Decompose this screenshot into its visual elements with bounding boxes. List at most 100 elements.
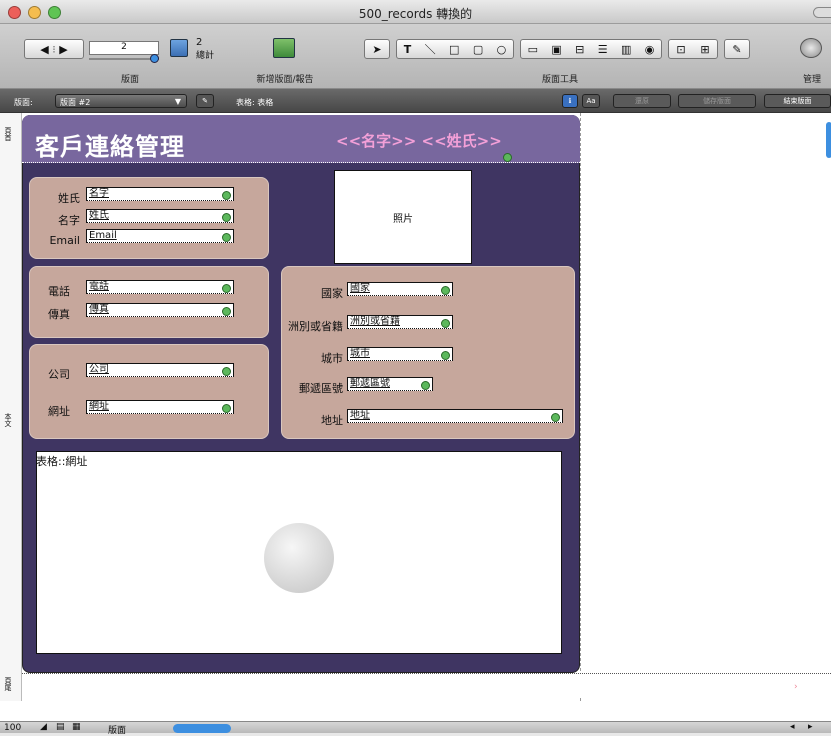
scroll-left-icon[interactable]: ◂ [790, 722, 795, 732]
phone-panel-field[interactable]: 傳真 [86, 303, 234, 317]
zoom-level[interactable]: 100 [4, 723, 21, 733]
chevron-right-icon[interactable]: › [794, 682, 798, 692]
prev-record-icon[interactable]: ◀ [40, 43, 48, 56]
address-panel-field[interactable]: 國家 [347, 282, 453, 296]
company-panel [29, 344, 269, 439]
magnifier-icon [441, 286, 450, 295]
field-control-tool-icon[interactable]: ▣ [551, 43, 561, 56]
zoom-in-icon[interactable]: ▤ [56, 722, 65, 732]
chart-tool-icon[interactable]: ▥ [621, 43, 631, 56]
edit-layout-icon[interactable]: ✎ [196, 94, 214, 108]
manage-database-icon[interactable] [800, 38, 822, 58]
address-panel-field[interactable]: 郵遞區號 [347, 377, 433, 391]
record-navigator[interactable]: ◀ ⁝ ▶ [24, 39, 84, 59]
address-panel-field[interactable]: 地址 [347, 409, 563, 423]
magnifier-icon [421, 381, 430, 390]
manage-label[interactable]: 管理 [795, 72, 829, 85]
layout-select[interactable]: 版面 #2 ▼ [55, 94, 187, 108]
address-panel-field[interactable]: 城市 [347, 347, 453, 361]
layout-prefix: 版面: [14, 98, 33, 107]
rounded-rect-tool-icon[interactable]: ▢ [473, 43, 483, 56]
horizontal-scrollbar-thumb[interactable] [173, 724, 231, 733]
mode-label[interactable]: 版面 [108, 723, 126, 736]
toolbar-toggle-button[interactable] [813, 7, 831, 18]
portal-label: 表格::網址 [36, 455, 88, 468]
inspector-icon[interactable]: ℹ [562, 94, 578, 108]
rectangle-tool-icon[interactable]: □ [449, 43, 459, 56]
field-name-text: 電話 [89, 281, 109, 292]
photo-container[interactable]: 照片 [334, 170, 472, 264]
button-tool-icon[interactable]: ⊡ [676, 43, 685, 56]
field-name-text: 傳真 [89, 304, 109, 315]
field-name-text: 公司 [89, 364, 109, 375]
save-layout-button[interactable]: 儲存版面 [678, 94, 756, 108]
next-record-icon[interactable]: ▶ [59, 43, 67, 56]
zoom-out-icon[interactable]: ◢ [40, 722, 47, 732]
merge-field-name[interactable]: <<名字>> <<姓氏>> [336, 130, 502, 151]
toolbar: ◀ ⁝ ▶ 2 2 總計 版面 新增版面/報告 ➤ T ＼ □ ▢ ○ ▭ ▣ … [0, 24, 831, 89]
address-panel-label: 地址 [321, 414, 343, 427]
name-panel-field[interactable]: 名字 [86, 187, 234, 201]
header-part-label[interactable]: 頁首 [3, 127, 13, 141]
scroll-indicator[interactable] [826, 122, 831, 158]
web-viewer-tool-icon[interactable]: ◉ [645, 43, 655, 56]
body-part-label[interactable]: 本文 [3, 413, 13, 427]
tab-control-tool-icon[interactable]: ⊞ [700, 43, 709, 56]
revert-button[interactable]: 還原 [613, 94, 671, 108]
photo-label: 照片 [393, 213, 413, 225]
web-viewer-globe-icon [264, 523, 334, 593]
drawing-tools: T ＼ □ ▢ ○ [396, 39, 514, 59]
magnifier-icon [222, 284, 231, 293]
oval-tool-icon[interactable]: ○ [497, 43, 507, 56]
name-panel-label: 姓氏 [58, 192, 80, 205]
part-labels-column: 頁首 本文 頁尾 [0, 113, 22, 701]
name-panel-label: 名字 [58, 214, 80, 227]
magnifier-icon [222, 213, 231, 222]
line-tool-icon[interactable]: ＼ [425, 41, 436, 57]
company-panel-label: 公司 [48, 368, 70, 381]
phone-panel-field[interactable]: 電話 [86, 280, 234, 294]
field-name-text: 郵遞區號 [350, 378, 390, 389]
table-label: 表格: 表格 [236, 98, 274, 107]
record-slider[interactable] [89, 58, 159, 60]
footer-part-label[interactable]: 頁尾 [3, 677, 13, 691]
record-total-label: 總計 [196, 51, 215, 61]
magnifier-icon [222, 307, 231, 316]
font-button[interactable]: Aa [582, 94, 600, 108]
exit-layout-button[interactable]: 結束版面 [764, 94, 831, 108]
pointer-tool-icon[interactable]: ➤ [364, 39, 390, 59]
part-tool-icon[interactable]: ⊟ [575, 43, 584, 56]
magnifier-icon [222, 404, 231, 413]
records-icon [170, 39, 188, 57]
new-layout-label[interactable]: 新增版面/報告 [240, 72, 330, 85]
phone-panel [29, 266, 269, 338]
layout-label: 版面 [120, 75, 139, 85]
phone-panel-label: 傳真 [48, 308, 70, 321]
name-panel-field[interactable]: Email [86, 229, 234, 243]
address-panel-label: 郵遞區號 [299, 382, 343, 395]
magnifier-icon [222, 367, 231, 376]
field-tool-icon[interactable]: ▭ [528, 43, 538, 56]
field-name-text: 洲別或省籍 [350, 316, 400, 327]
status-area-toggle-icon[interactable]: ▦ [72, 722, 81, 732]
company-panel-field[interactable]: 網址 [86, 400, 234, 414]
record-slider-handle[interactable] [150, 54, 159, 63]
field-name-text: 名字 [89, 188, 109, 199]
address-panel-field[interactable]: 洲別或省籍 [347, 315, 453, 329]
layout-bar: 版面: 版面 #2 ▼ ✎ 表格: 表格 ℹ Aa 還原 儲存版面 結束版面 [0, 89, 831, 113]
field-name-text: 地址 [350, 410, 370, 421]
merge-field-magnifier-icon [503, 153, 512, 162]
layout-title-text[interactable]: 客戶連絡管理 [35, 127, 185, 162]
magnifier-icon [222, 233, 231, 242]
magnifier-icon [441, 351, 450, 360]
company-panel-field[interactable]: 公司 [86, 363, 234, 377]
name-panel-field[interactable]: 姓氏 [86, 209, 234, 223]
text-tool-icon[interactable]: T [404, 43, 412, 56]
layout-tools-label: 版面工具 [541, 75, 578, 85]
new-layout-icon[interactable] [273, 38, 295, 58]
record-total: 2 [196, 37, 203, 48]
record-number-field[interactable]: 2 [89, 41, 159, 55]
portal-tool-icon[interactable]: ☰ [598, 43, 608, 56]
format-painter-icon[interactable]: ✎ [724, 39, 750, 59]
scroll-right-icon[interactable]: ▸ [808, 722, 813, 732]
